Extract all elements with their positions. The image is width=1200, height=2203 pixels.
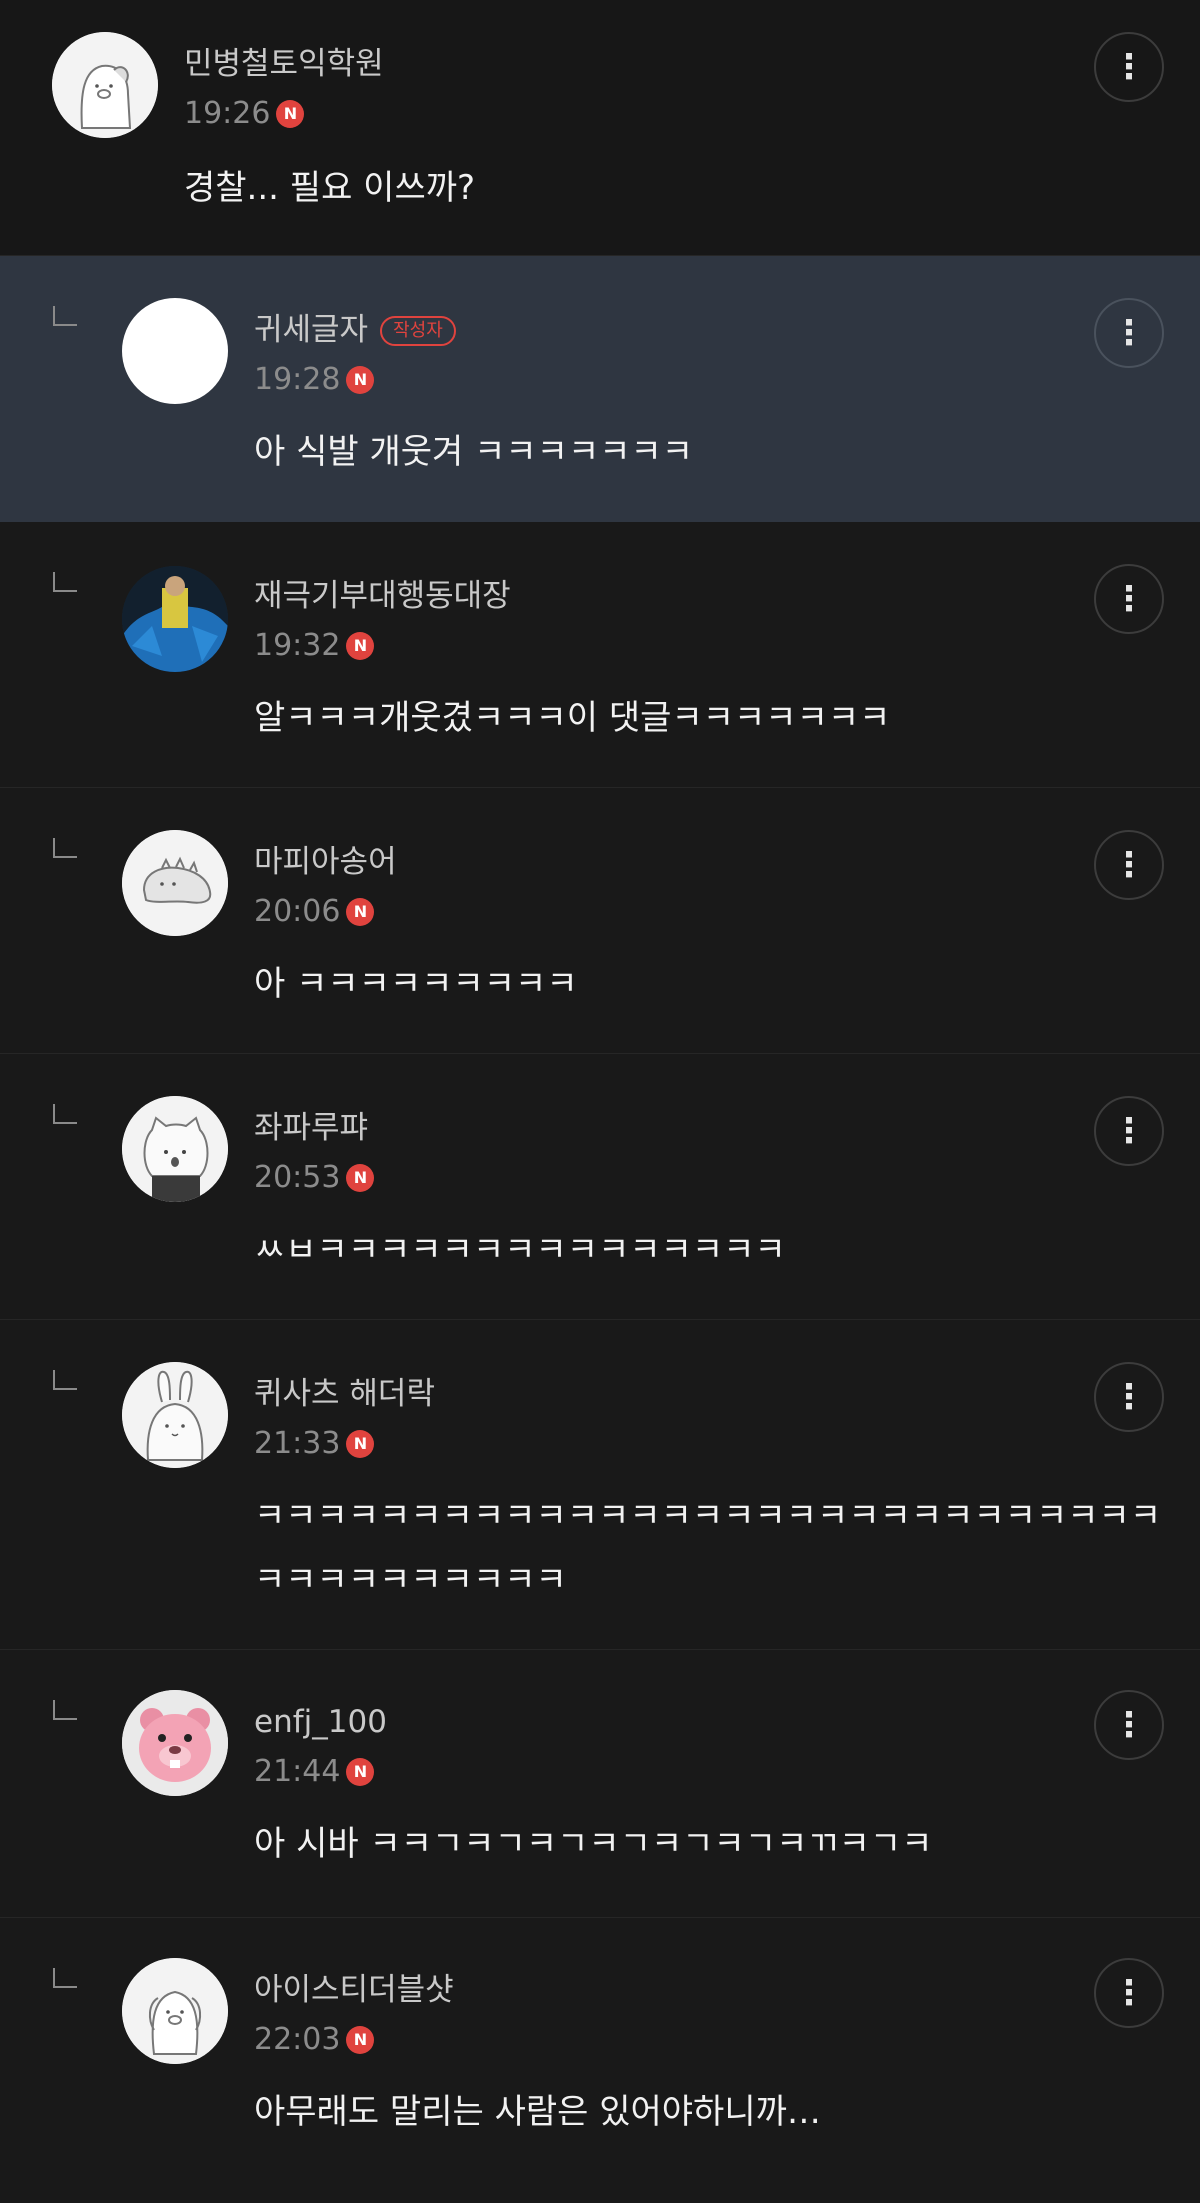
username-row: 귀세글자 작성자 <box>254 310 456 350</box>
comment-text: 경찰... 필요 이쓰까? <box>184 168 476 208</box>
new-badge-icon: N <box>346 1758 375 1786</box>
comment-item: 퀴사츠 해더락 21:33 N ㅋㅋㅋㅋㅋㅋㅋㅋㅋㅋㅋㅋㅋㅋㅋㅋㅋㅋㅋㅋㅋㅋㅋㅋ… <box>0 1320 1200 1650</box>
username[interactable]: 민병철토익학원 <box>184 44 384 84</box>
timestamp: 22:03 <box>254 2022 341 2057</box>
reply-indicator-icon <box>53 1370 77 1390</box>
comment-item: 귀세글자 작성자 19:28 N 아 식발 개웃겨 ㅋㅋㅋㅋㅋㅋㅋ ⋮ <box>0 256 1200 522</box>
photo-avatar-icon[interactable] <box>122 566 228 672</box>
username[interactable]: 귀세글자 <box>254 312 368 348</box>
username[interactable]: 재극기부대행동대장 <box>254 576 511 616</box>
more-options-button[interactable]: ⋮ <box>1094 1958 1164 2028</box>
comment-text: 알ㅋㅋㅋ개웃겼ㅋㅋㅋ이 댓글ㅋㅋㅋㅋㅋㅋㅋ <box>254 698 891 738</box>
more-options-button[interactable]: ⋮ <box>1094 830 1164 900</box>
dog-avatar-icon[interactable] <box>52 32 158 138</box>
username[interactable]: 아이스티더블샷 <box>254 1970 454 2010</box>
comment-item: enfj_100 21:44 N 아 시바 ㅋㅋㄱㅋㄱㅋㄱㅋㄱㅋㄱㅋㄱㅋㄲㅋㄱㅋ… <box>0 1650 1200 1918</box>
timestamp-row: 19:32 N <box>254 626 375 666</box>
more-options-button[interactable]: ⋮ <box>1094 1690 1164 1760</box>
username[interactable]: 퀴사츠 해더락 <box>254 1374 435 1414</box>
comment-text: 아 식발 개웃겨 ㅋㅋㅋㅋㅋㅋㅋ <box>254 432 694 472</box>
reply-indicator-icon <box>53 1104 77 1124</box>
timestamp-row: 19:26 N <box>184 94 305 134</box>
comment-text: 아 시바 ㅋㅋㄱㅋㄱㅋㄱㅋㄱㅋㄱㅋㄱㅋㄲㅋㄱㅋ <box>254 1824 933 1864</box>
more-options-button[interactable]: ⋮ <box>1094 1096 1164 1166</box>
timestamp: 19:32 <box>254 628 341 663</box>
more-options-button[interactable]: ⋮ <box>1094 298 1164 368</box>
timestamp: 19:28 <box>254 362 341 397</box>
timestamp: 20:53 <box>254 1160 341 1195</box>
username[interactable]: 마피아송어 <box>254 842 397 882</box>
timestamp: 19:26 <box>184 96 271 131</box>
more-options-button[interactable]: ⋮ <box>1094 564 1164 634</box>
rabbit-avatar-icon[interactable] <box>122 1362 228 1468</box>
timestamp-row: 20:06 N <box>254 892 375 932</box>
comment-item: 좌파루퍄 20:53 N ㅆㅂㅋㅋㅋㅋㅋㅋㅋㅋㅋㅋㅋㅋㅋㅋㅋ ⋮ <box>0 1054 1200 1320</box>
timestamp-row: 20:53 N <box>254 1158 375 1198</box>
new-badge-icon: N <box>276 100 305 128</box>
comment-item: 아이스티더블샷 22:03 N 아무래도 말리는 사람은 있어야하니까… ⋮ <box>0 1918 1200 2203</box>
comment-item: 재극기부대행동대장 19:32 N 알ㅋㅋㅋ개웃겼ㅋㅋㅋ이 댓글ㅋㅋㅋㅋㅋㅋㅋ … <box>0 522 1200 788</box>
comment-text: ㅋㅋㅋㅋㅋㅋㅋㅋㅋㅋㅋㅋㅋㅋㅋㅋㅋㅋㅋㅋㅋㅋㅋㅋㅋㅋㅋㅋㅋㅋㅋㅋㅋㅋㅋㅋㅋㅋㅋ <box>254 1496 1162 1600</box>
reply-indicator-icon <box>53 1968 77 1988</box>
dog-avatar-icon[interactable] <box>122 1958 228 2064</box>
pink-beaver-avatar-icon[interactable] <box>122 1690 228 1796</box>
comment-item: 마피아송어 20:06 N 아 ㅋㅋㅋㅋㅋㅋㅋㅋㅋ ⋮ <box>0 788 1200 1054</box>
new-badge-icon: N <box>346 366 375 394</box>
comment-item: 민병철토익학원 19:26 N 경찰... 필요 이쓰까? ⋮ <box>0 0 1200 256</box>
author-badge: 작성자 <box>380 316 456 346</box>
timestamp: 21:33 <box>254 1426 341 1461</box>
timestamp-row: 22:03 N <box>254 2020 375 2060</box>
timestamp-row: 19:28 N <box>254 360 375 400</box>
reply-indicator-icon <box>53 306 77 326</box>
more-options-button[interactable]: ⋮ <box>1094 32 1164 102</box>
more-options-button[interactable]: ⋮ <box>1094 1362 1164 1432</box>
timestamp-row: 21:44 N <box>254 1752 375 1792</box>
comment-text: ㅆㅂㅋㅋㅋㅋㅋㅋㅋㅋㅋㅋㅋㅋㅋㅋㅋ <box>254 1230 786 1270</box>
blank-avatar-icon[interactable] <box>122 298 228 404</box>
username[interactable]: 좌파루퍄 <box>254 1108 368 1148</box>
cat-avatar-icon[interactable] <box>122 1096 228 1202</box>
dinosaur-avatar-icon[interactable] <box>122 830 228 936</box>
new-badge-icon: N <box>346 2026 375 2054</box>
new-badge-icon: N <box>346 1164 375 1192</box>
username[interactable]: enfj_100 <box>254 1702 387 1742</box>
reply-indicator-icon <box>53 1700 77 1720</box>
timestamp: 20:06 <box>254 894 341 929</box>
comment-text: 아무래도 말리는 사람은 있어야하니까… <box>254 2092 821 2132</box>
comment-thread: 민병철토익학원 19:26 N 경찰... 필요 이쓰까? ⋮ 귀세글자 작성자 … <box>0 0 1200 2203</box>
reply-indicator-icon <box>53 838 77 858</box>
reply-indicator-icon <box>53 572 77 592</box>
comment-text: 아 ㅋㅋㅋㅋㅋㅋㅋㅋㅋ <box>254 964 578 1004</box>
new-badge-icon: N <box>346 1430 375 1458</box>
timestamp: 21:44 <box>254 1754 341 1789</box>
timestamp-row: 21:33 N <box>254 1424 375 1464</box>
new-badge-icon: N <box>346 898 375 926</box>
new-badge-icon: N <box>346 632 375 660</box>
